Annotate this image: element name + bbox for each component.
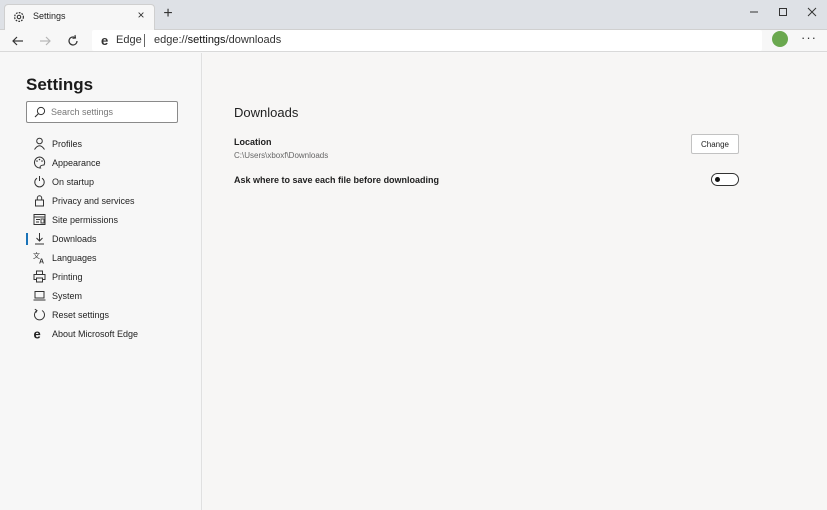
svg-text:A: A [39, 259, 44, 265]
sidebar-item-label: Site permissions [52, 215, 119, 225]
address-separator [144, 34, 145, 47]
maximize-icon [779, 8, 787, 16]
languages-icon: 文A [33, 251, 44, 265]
new-tab-button[interactable]: + [159, 5, 177, 23]
sidebar-item-downloads[interactable]: Downloads [26, 230, 196, 248]
avatar[interactable] [772, 31, 788, 47]
sidebar-item-printing[interactable]: Printing [26, 268, 196, 286]
sidebar-item-label: Downloads [52, 234, 97, 244]
search-icon [34, 106, 46, 118]
location-path: C:\Users\xboxf\Downloads [234, 151, 329, 160]
ask-where-to-save-label: Ask where to save each file before downl… [234, 175, 440, 185]
search-box[interactable] [26, 101, 178, 123]
sidebar-item-on-startup[interactable]: On startup [26, 173, 196, 191]
sidebar-item-reset-settings[interactable]: Reset settings [26, 306, 196, 324]
reset-icon [34, 308, 45, 321]
settings-and-more-button[interactable]: ··· [798, 30, 820, 50]
location-label: Location [234, 137, 272, 147]
arrow-left-icon [12, 36, 23, 46]
navigation-bar: e Edge edge://settings/downloads [0, 30, 827, 52]
refresh-button[interactable] [63, 31, 83, 51]
power-icon [34, 176, 45, 188]
close-window-button[interactable] [798, 2, 826, 22]
minimize-button[interactable] [740, 2, 768, 22]
change-location-button[interactable]: Change [691, 134, 739, 154]
svg-text:e: e [101, 33, 108, 47]
sidebar-item-site-permissions[interactable]: Site permissions [26, 211, 196, 229]
printer-icon [33, 270, 46, 283]
url-bold: settings [187, 34, 226, 46]
sidebar-item-label: Profiles [52, 139, 83, 149]
gear-icon [14, 12, 24, 22]
sidebar-item-label: Privacy and services [52, 196, 135, 206]
sidebar-item-languages[interactable]: 文A Languages [26, 249, 196, 267]
tab-settings[interactable]: Settings × [4, 4, 155, 30]
maximize-button[interactable] [769, 2, 797, 22]
settings-sidebar: Settings Profiles Appearance On startup … [0, 53, 202, 510]
svg-text:e: e [34, 327, 41, 340]
minimize-icon [750, 11, 758, 13]
forward-button[interactable] [35, 31, 55, 51]
laptop-icon [33, 291, 46, 301]
sidebar-item-label: Printing [52, 272, 83, 282]
refresh-icon [68, 34, 78, 46]
title-bar: Settings × + [0, 0, 827, 30]
page-title: Downloads [234, 105, 299, 120]
sidebar-item-label: Languages [52, 253, 97, 263]
url-prefix: edge:// [154, 34, 188, 46]
sidebar-item-label: About Microsoft Edge [52, 329, 139, 339]
url-suffix: /downloads [225, 34, 282, 46]
arrow-right-icon [40, 36, 51, 46]
sidebar-item-label: System [52, 291, 83, 301]
search-input[interactable] [51, 104, 173, 120]
sidebar-title: Settings [26, 75, 94, 94]
tab-title: Settings [33, 11, 66, 21]
toggle-knob [715, 177, 720, 182]
site-permissions-icon [33, 214, 46, 225]
address-bar[interactable]: e Edge edge://settings/downloads [92, 30, 762, 51]
sidebar-item-label: Appearance [52, 158, 101, 168]
edge-logo-icon: e [34, 327, 41, 340]
palette-icon [33, 156, 46, 169]
url-text: edge://settings/downloads [154, 34, 281, 46]
sidebar-item-privacy[interactable]: Privacy and services [26, 192, 196, 210]
edge-logo-icon: e [101, 33, 108, 47]
back-button[interactable] [8, 31, 28, 51]
sidebar-item-about[interactable]: e About Microsoft Edge [26, 325, 196, 343]
download-icon [35, 233, 44, 245]
sidebar-item-label: On startup [52, 177, 95, 187]
person-icon [34, 137, 45, 150]
sidebar-item-appearance[interactable]: Appearance [26, 154, 196, 172]
sidebar-item-label: Reset settings [52, 310, 110, 320]
lock-icon [35, 195, 44, 207]
site-identity-label: Edge [116, 34, 142, 46]
active-indicator [26, 233, 28, 245]
settings-content: Downloads Location C:\Users\xboxf\Downlo… [203, 53, 827, 510]
ask-where-to-save-toggle[interactable] [711, 173, 739, 186]
sidebar-item-profiles[interactable]: Profiles [26, 135, 196, 153]
tab-close-button[interactable]: × [134, 8, 148, 22]
sidebar-item-system[interactable]: System [26, 287, 196, 305]
close-icon [807, 7, 817, 17]
